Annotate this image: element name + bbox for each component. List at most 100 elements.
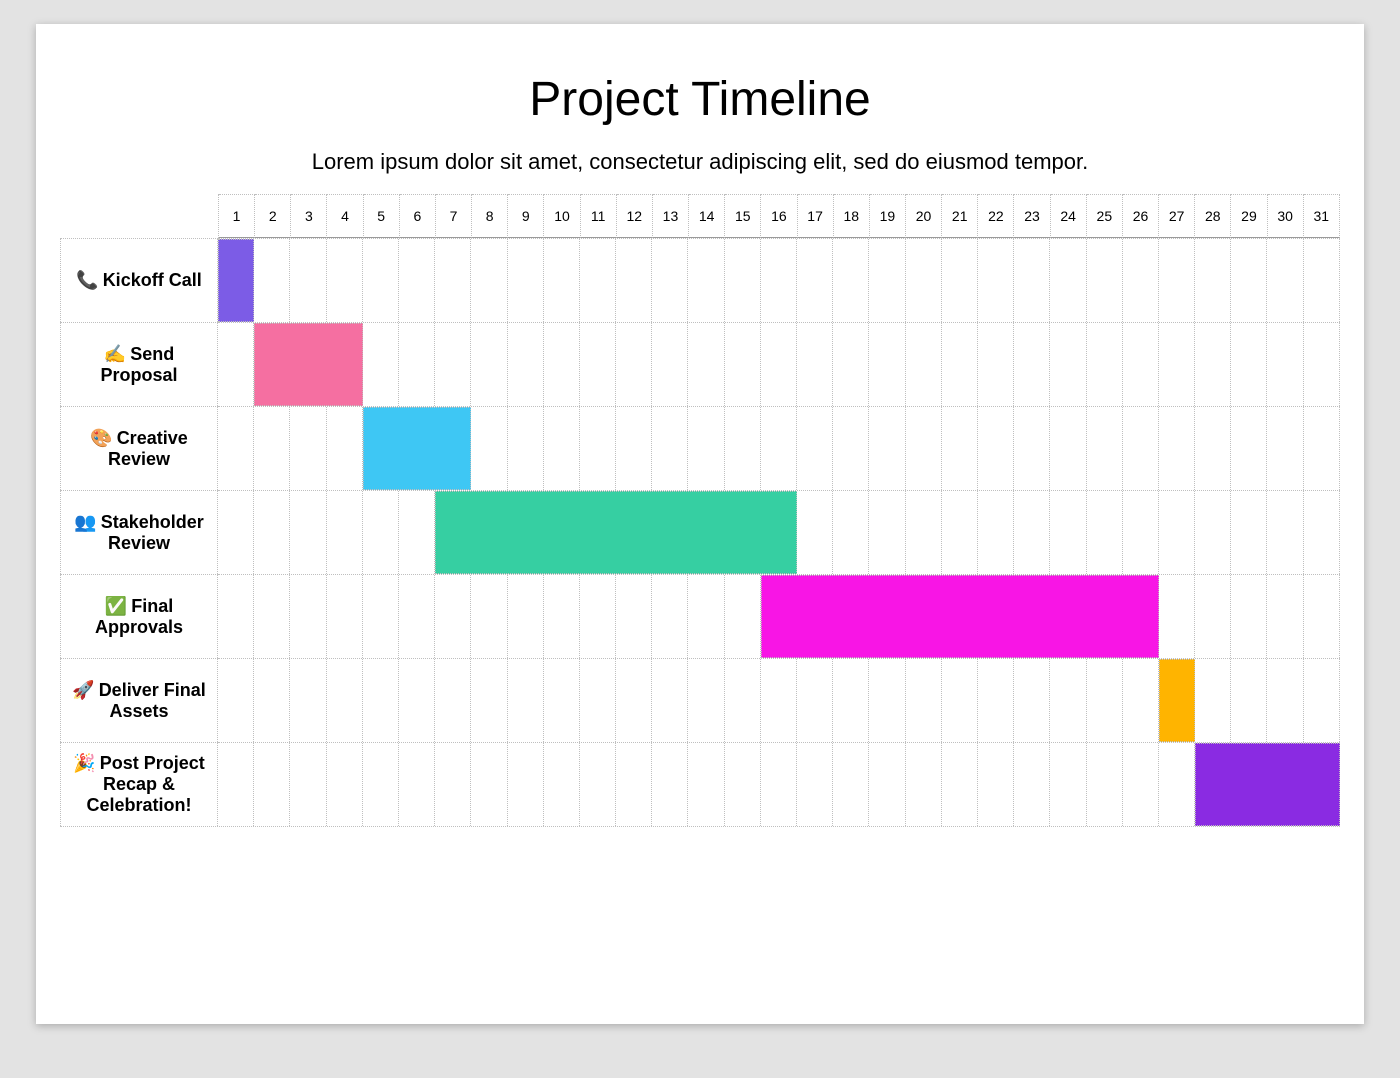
gantt-cell: [471, 323, 507, 406]
gantt-row-body: [218, 406, 1340, 490]
gantt-cell: [254, 407, 290, 490]
gantt-row-body: [218, 322, 1340, 406]
gantt-cell: [1304, 491, 1340, 574]
gantt-cell: [399, 659, 435, 742]
gantt-row: 🚀Deliver Final Assets: [60, 658, 1340, 742]
gantt-cell: [1231, 407, 1267, 490]
gantt-row-body: [218, 490, 1340, 574]
gantt-cell: [833, 323, 869, 406]
gantt-cell: [1123, 407, 1159, 490]
gantt-cell: [1231, 575, 1267, 658]
gantt-cell: [688, 575, 724, 658]
gantt-day-header-cell: 20: [906, 194, 942, 238]
gantt-cell: [1123, 491, 1159, 574]
gantt-header-row: 1234567891011121314151617181920212223242…: [60, 194, 1340, 238]
gantt-cell: [580, 407, 616, 490]
gantt-day-header-cell: 26: [1123, 194, 1159, 238]
slide-title: Project Timeline: [36, 72, 1364, 127]
gantt-cell: [544, 407, 580, 490]
gantt-day-header-cell: 14: [689, 194, 725, 238]
gantt-bar[interactable]: [761, 575, 1159, 658]
gantt-cell: [254, 239, 290, 322]
gantt-cell: [616, 659, 652, 742]
gantt-row-label-text: Kickoff Call: [103, 270, 202, 290]
gantt-day-header-cell: 6: [400, 194, 436, 238]
gantt-row-label: ✍️Send Proposal: [60, 322, 218, 406]
gantt-bar[interactable]: [1159, 659, 1195, 742]
gantt-cell: [652, 323, 688, 406]
gantt-cell: [1159, 323, 1195, 406]
gantt-row-label: 🚀Deliver Final Assets: [60, 658, 218, 742]
gantt-cell: [1087, 407, 1123, 490]
gantt-cell: [761, 659, 797, 742]
gantt-cell: [1159, 239, 1195, 322]
gantt-cell: [1231, 491, 1267, 574]
gantt-row: 🎨Creative Review: [60, 406, 1340, 490]
gantt-row-emoji-icon: ✅: [105, 596, 127, 616]
gantt-cell: [725, 239, 761, 322]
gantt-cell: [725, 407, 761, 490]
gantt-cell: [544, 323, 580, 406]
gantt-cell: [327, 491, 363, 574]
gantt-cell: [652, 407, 688, 490]
gantt-cell: [652, 575, 688, 658]
gantt-bar[interactable]: [218, 239, 254, 322]
gantt-cell: [435, 323, 471, 406]
gantt-cell: [508, 575, 544, 658]
gantt-day-header-cell: 1: [219, 194, 255, 238]
gantt-cell: [1050, 659, 1086, 742]
gantt-cell: [508, 407, 544, 490]
gantt-cell: [797, 407, 833, 490]
gantt-cell: [942, 407, 978, 490]
gantt-cell: [1231, 659, 1267, 742]
gantt-day-header-cell: 12: [617, 194, 653, 238]
gantt-cell: [327, 575, 363, 658]
gantt-cell: [652, 743, 688, 826]
gantt-cell: [363, 743, 399, 826]
gantt-cell: [1123, 743, 1159, 826]
gantt-cell: [616, 323, 652, 406]
gantt-day-header-cell: 17: [798, 194, 834, 238]
gantt-cell: [327, 659, 363, 742]
gantt-bar[interactable]: [1195, 743, 1340, 826]
gantt-cell: [363, 575, 399, 658]
gantt-cell: [942, 239, 978, 322]
gantt-day-header-cell: 13: [653, 194, 689, 238]
gantt-cell: [544, 239, 580, 322]
gantt-cell: [363, 491, 399, 574]
gantt-cell: [1050, 239, 1086, 322]
gantt-cell: [1087, 239, 1123, 322]
gantt-cell: [616, 239, 652, 322]
gantt-cell: [1014, 659, 1050, 742]
gantt-cell: [761, 239, 797, 322]
gantt-day-header-cell: 29: [1231, 194, 1267, 238]
gantt-cell: [1267, 659, 1303, 742]
gantt-cell: [1195, 491, 1231, 574]
gantt-bar[interactable]: [363, 407, 472, 490]
gantt-cell: [1231, 323, 1267, 406]
gantt-cell: [399, 239, 435, 322]
gantt-row: ✅Final Approvals: [60, 574, 1340, 658]
gantt-cell: [290, 239, 326, 322]
gantt-cell: [1159, 491, 1195, 574]
gantt-cell: [471, 239, 507, 322]
gantt-cell: [1159, 407, 1195, 490]
gantt-bar[interactable]: [254, 323, 363, 406]
gantt-cell: [218, 659, 254, 742]
gantt-cell: [688, 743, 724, 826]
gantt-cell: [906, 239, 942, 322]
slide-canvas: Project Timeline Lorem ipsum dolor sit a…: [36, 24, 1364, 1024]
gantt-rows: 📞Kickoff Call✍️Send Proposal🎨Creative Re…: [60, 238, 1340, 826]
gantt-cell: [218, 407, 254, 490]
gantt-cell: [471, 659, 507, 742]
gantt-cell: [327, 407, 363, 490]
gantt-cell: [508, 239, 544, 322]
gantt-cell: [1014, 323, 1050, 406]
gantt-row: 👥Stakeholder Review: [60, 490, 1340, 574]
gantt-cell: [688, 239, 724, 322]
gantt-bar[interactable]: [435, 491, 797, 574]
gantt-cell: [869, 491, 905, 574]
gantt-cell: [725, 323, 761, 406]
gantt-cell: [942, 659, 978, 742]
gantt-day-header-cell: 9: [508, 194, 544, 238]
